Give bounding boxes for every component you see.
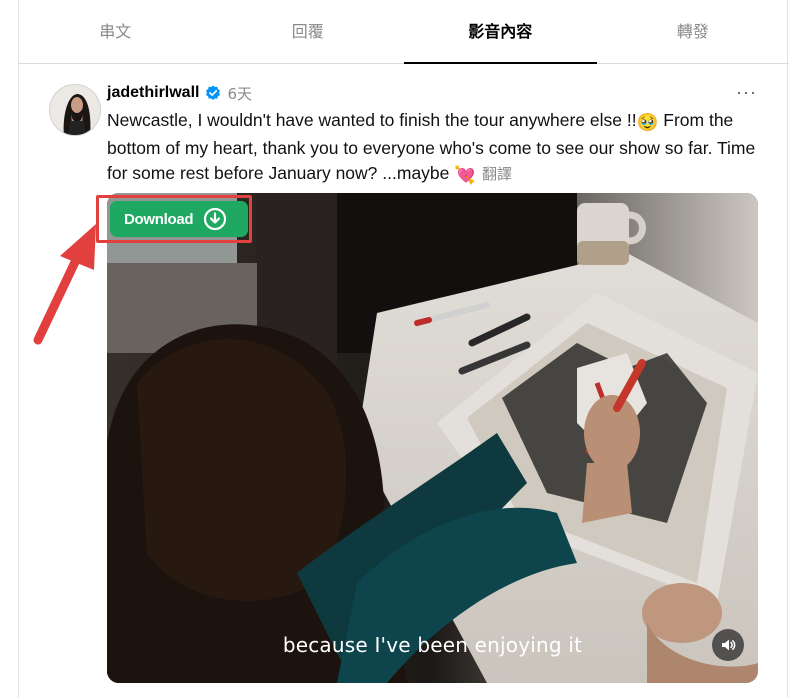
avatar[interactable] — [49, 84, 101, 136]
download-button[interactable]: Download — [110, 201, 248, 237]
video-frame — [107, 193, 758, 683]
speaker-icon[interactable] — [712, 629, 744, 661]
tab-threads[interactable]: 串文 — [19, 0, 212, 63]
more-dots-icon[interactable]: ··· — [736, 82, 757, 103]
video-player[interactable]: because I've been enjoying it — [107, 193, 758, 683]
verified-badge-icon — [206, 85, 221, 100]
translate-link[interactable]: 翻譯 — [482, 165, 512, 183]
post-caption: Newcastle, I wouldn't have wanted to fin… — [107, 108, 767, 189]
video-subtitle: because I've been enjoying it — [282, 633, 583, 657]
heart-arrow-emoji: 💘 — [454, 165, 477, 185]
post: jadethirlwall 6天 ··· Newcastle, I wouldn… — [19, 64, 789, 698]
download-circle-icon — [204, 207, 227, 231]
download-label: Download — [124, 210, 194, 228]
tab-replies[interactable]: 回覆 — [212, 0, 405, 63]
profile-tabs: 串文 回覆 影音內容 轉發 — [19, 0, 789, 64]
pleading-face-emoji: 🥹 — [636, 112, 659, 132]
caption-text-1: Newcastle, I wouldn't have wanted to fin… — [107, 110, 637, 130]
tab-reposts[interactable]: 轉發 — [597, 0, 790, 63]
avatar-image — [50, 85, 100, 135]
post-header: jadethirlwall 6天 — [107, 80, 252, 106]
post-time: 6天 — [227, 84, 253, 103]
red-pointer-arrow — [33, 224, 96, 345]
tab-media[interactable]: 影音內容 — [404, 0, 597, 64]
threads-profile-panel: 串文 回覆 影音內容 轉發 jadethirlwall 6天 ··· Newca — [18, 0, 789, 698]
username[interactable]: jadethirlwall — [107, 84, 199, 102]
